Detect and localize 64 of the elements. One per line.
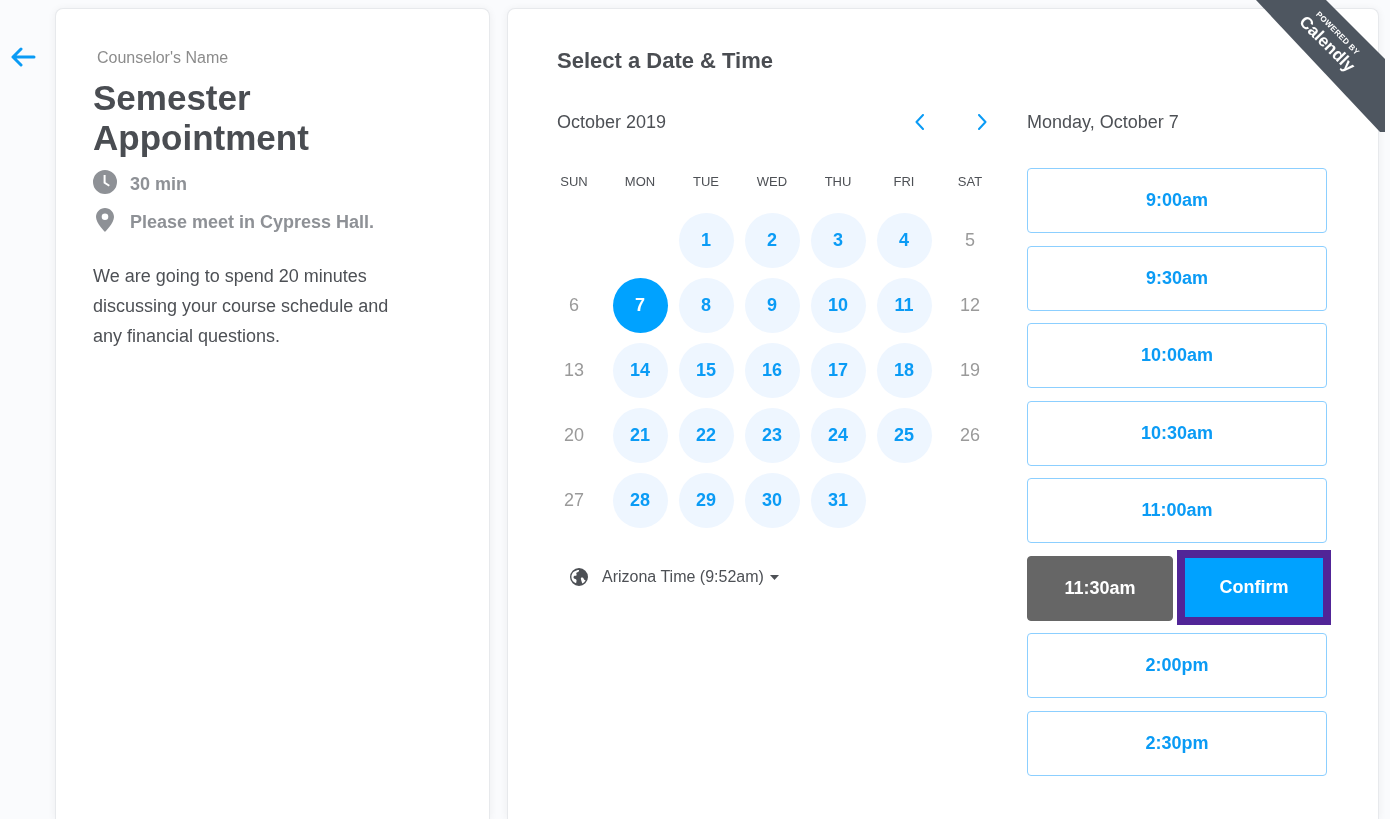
time-slot-button[interactable]: 2:00pm [1027,633,1327,698]
calendar-day[interactable]: 9 [744,277,800,333]
time-slot-button[interactable]: 2:30pm [1027,710,1327,776]
calendar-day[interactable]: 1 [678,212,734,268]
calendar-day[interactable]: 25 [876,407,932,463]
calendar-day: 19 [942,342,998,398]
clock-icon [93,170,117,194]
chevron-right-icon [977,114,987,130]
time-slot-button[interactable]: 9:00am [1027,168,1327,233]
section-heading: Select a Date & Time [557,47,774,75]
calendar-day[interactable]: 15 [678,342,734,398]
calendar-day[interactable]: 17 [810,342,866,398]
calendar-day: 12 [942,277,998,333]
arrow-left-icon [10,47,36,67]
calendar-day[interactable]: 14 [612,342,668,398]
calendar-day[interactable]: 21 [612,407,668,463]
map-pin-icon [96,208,114,232]
confirm-button[interactable]: Confirm [1177,549,1331,625]
calendar-day: 5 [942,212,998,268]
organizer-name: Counselor's Name [97,48,229,68]
globe-icon [570,568,588,586]
calendar-day: 26 [942,407,998,463]
calendar-day[interactable]: 3 [810,212,866,268]
time-slot-button[interactable]: 10:30am [1027,400,1327,466]
time-slot-button[interactable]: 9:30am [1027,245,1327,311]
selected-date-label: Monday, October 7 [1027,111,1179,134]
event-title: Semester Appointment [93,78,310,158]
back-button[interactable] [10,47,36,67]
calendar-day[interactable]: 31 [810,472,866,528]
calendar-day[interactable]: 24 [810,407,866,463]
calendar-day: 13 [546,342,602,398]
weekday-label: SUN [560,173,588,191]
calendar-day[interactable]: 8 [678,277,734,333]
calendar-day[interactable]: 11 [876,277,932,333]
calendar-day[interactable]: 22 [678,407,734,463]
calendar-day[interactable]: 28 [612,472,668,528]
timezone-selector[interactable]: Arizona Time (9:52am) [570,565,779,589]
calendar-day[interactable]: 18 [876,342,932,398]
calendar-day: 6 [546,277,602,333]
calendar-day[interactable]: 16 [744,342,800,398]
caret-down-icon [769,574,779,580]
month-label: October 2019 [557,111,667,132]
calendar-day: 27 [546,472,602,528]
weekday-label: WED [756,173,788,191]
calendar-day[interactable]: 29 [678,472,734,528]
time-slot-button[interactable]: 11:00am [1027,478,1327,543]
weekday-label: TUE [693,173,719,191]
calendar-day[interactable]: 2 [744,212,800,268]
calendar-day[interactable]: 7 [612,277,668,333]
location-text: Please meet in Cypress Hall. [130,210,375,233]
chevron-left-icon [914,114,924,130]
calendar-day[interactable]: 10 [810,277,866,333]
calendar-day[interactable]: 4 [876,212,932,268]
weekday-label: THU [824,173,852,191]
event-description: We are going to spend 20 minutes discussing your course schedule and any financial questions. [93,265,390,348]
weekday-label: SAT [957,173,983,191]
duration-text: 30 min [130,172,188,195]
time-slot-button[interactable]: 10:00am [1027,323,1327,388]
calendar-day[interactable]: 23 [744,407,800,463]
calendar-day: 20 [546,407,602,463]
weekday-label: MON [624,173,656,191]
calendar-day[interactable]: 30 [744,472,800,528]
weekday-label: FRI [893,173,915,191]
time-slot-button[interactable]: 11:30am [1027,555,1173,621]
